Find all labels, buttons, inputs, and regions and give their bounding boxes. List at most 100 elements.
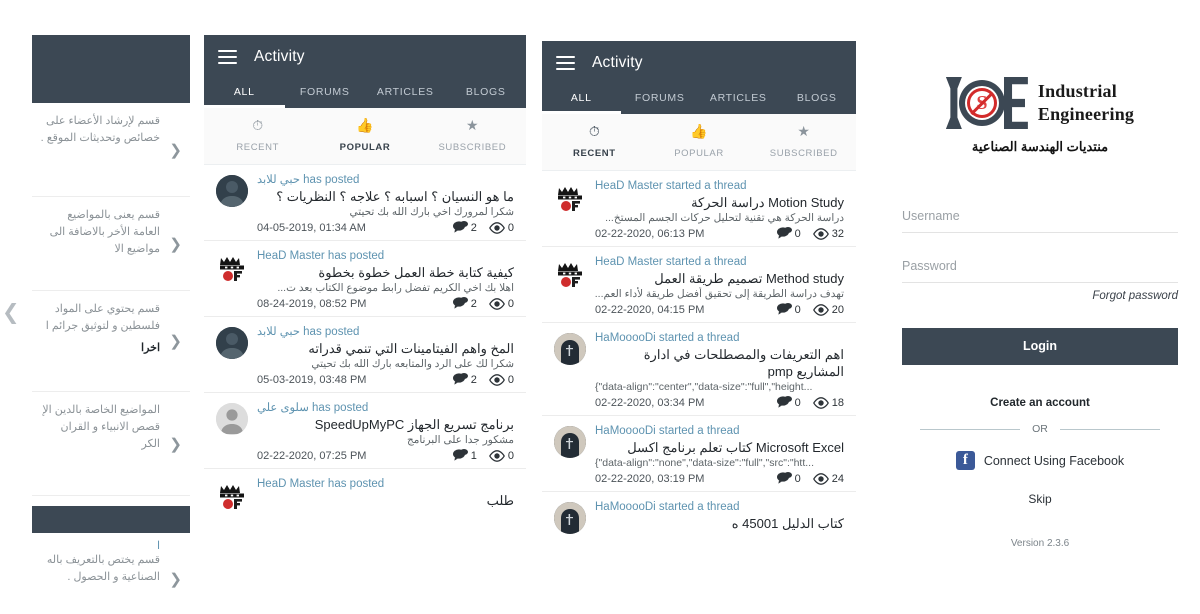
hamburger-icon[interactable] [218,50,237,64]
forgot-password-link[interactable]: Forgot password [902,290,1178,302]
activity-title[interactable]: Method study تصميم طريقة العمل [595,270,844,287]
activity-snippet: {"data-align":"center","data-size":"full… [595,381,813,393]
activity-row-body: HaMooooDi started a thread Microsoft Exc… [595,424,844,485]
activity-author[interactable]: HaMooooDi started a thread [595,331,844,346]
drawer-category-item[interactable]: ا قسم يختص بالتعريف باله الصناعية و الحص… [32,533,190,598]
subtab-bar: ⏱ RECENT 👍 POPULAR ★ SUBSCRIBED [542,114,856,171]
tab-blogs[interactable]: BLOGS [446,79,527,108]
subtab-bar: ⏱ RECENT 👍 POPULAR ★ SUBSCRIBED [204,108,526,165]
activity-date: 02-22-2020, 03:34 PM [595,396,705,409]
drawer-category-extra: ا [156,540,160,552]
view-count-value: 0 [507,449,514,462]
drawer-category-item[interactable]: المواضيع الخاصة بالدين الإ قصص الانبياء … [32,392,190,496]
activity-snippet: شكرا لك على الرد والمتابعه بارك الله بك … [311,358,514,370]
comment-count-value: 2 [470,297,477,310]
comment-count: 0 [776,472,801,485]
view-count-value: 24 [831,472,844,485]
activity-row[interactable]: حبي للابد has posted المخ واهم الفيتامين… [204,317,526,393]
drawer-category-item[interactable]: قسم يعنى بالمواضيع العامة الأخر بالاضافة… [32,197,190,291]
drawer-category-desc: قسم يحتوي على المواد فلسطين و لتوثيق جرا… [45,303,160,332]
activity-row[interactable]: HeaD Master started a thread Method stud… [542,247,856,323]
activity-date: 02-22-2020, 04:15 PM [595,303,705,316]
view-count: 32 [812,228,844,240]
username-input[interactable] [902,209,1178,223]
activity-author[interactable]: HeaD Master started a thread [595,255,844,270]
back-chevron-icon[interactable]: ❮ [2,300,20,325]
drawer-category-extra: اخرا [141,342,160,354]
tab-articles[interactable]: ARTICLES [699,85,778,114]
tab-all[interactable]: ALL [542,85,621,114]
eye-icon [812,303,829,316]
chevron-right-icon: ❯ [169,141,182,159]
activity-row[interactable]: HeaD Master has posted كيفية كتابة خطة ا… [204,241,526,317]
activity-snippet: تهدف دراسة الطريقة إلى تحقيق أفضل طريقة … [595,288,844,300]
activity-title[interactable]: كيفية كتابة خطة العمل خطوة بخطوة [257,264,514,281]
tab-forums[interactable]: FORUMS [285,79,366,108]
activity-row[interactable]: HeaD Master has posted طلب [204,469,526,517]
subtab-popular[interactable]: 👍 POPULAR [311,108,418,164]
login-button[interactable]: Login [902,328,1178,365]
comment-icon [776,396,792,408]
tab-forums[interactable]: FORUMS [621,85,700,114]
drawer-banner [32,506,190,533]
avatar [554,502,586,534]
comment-count: 2 [452,373,477,386]
clock-icon: ⏱ [252,117,264,133]
comment-count-value: 0 [794,303,801,316]
create-account-link[interactable]: Create an account [880,397,1200,409]
activity-author[interactable]: HeaD Master has posted [257,249,514,264]
activity-row[interactable]: HaMooooDi started a thread كتاب الدليل 4… [542,492,856,540]
activity-title[interactable]: Motion Study دراسة الحركة [595,194,844,211]
activity-row[interactable]: حبي للابد has posted ما هو النسيان ؟ اسب… [204,165,526,241]
eye-icon [812,396,829,409]
activity-author[interactable]: سلوى علي has posted [257,401,514,416]
activity-row-body: سلوى علي has posted برنامج تسريع الجهاز … [257,401,514,462]
password-input[interactable] [902,259,1178,273]
activity-feed-popular: حبي للابد has posted ما هو النسيان ؟ اسب… [204,165,526,517]
drawer-category-item[interactable]: قسم يحتوي على المواد فلسطين و لتوثيق جرا… [32,291,190,392]
activity-title[interactable]: Microsoft Excel كتاب تعلم برنامج اكسل [595,439,844,456]
comment-count-value: 2 [470,221,477,234]
activity-row[interactable]: سلوى علي has posted برنامج تسريع الجهاز … [204,393,526,469]
drawer-category-item[interactable]: قسم لإرشاد الأعضاء على خصائص وتحديثات ال… [32,103,190,197]
activity-title[interactable]: اهم التعريفات والمصطلحات في ادارة المشار… [595,346,844,380]
facebook-connect-button[interactable]: f Connect Using Facebook [880,451,1200,470]
activity-title[interactable]: المخ واهم الفيتامينات التي تنمي قدراته [257,340,514,357]
activity-row-body: HaMooooDi started a thread اهم التعريفات… [595,331,844,409]
subtab-recent[interactable]: ⏱ RECENT [204,108,311,164]
or-divider: OR [920,423,1160,435]
activity-author[interactable]: HeaD Master has posted [257,477,514,492]
comment-icon [452,449,468,461]
activity-meta: 05-03-2019, 03:48 PM 2 0 [257,373,514,386]
tab-articles[interactable]: ARTICLES [365,79,446,108]
activity-snippet: اهلا بك اخي الكريم تفضل رابط موضوع الكتا… [277,282,514,294]
activity-author[interactable]: حبي للابد has posted [257,173,514,188]
activity-author[interactable]: HaMooooDi started a thread [595,424,844,439]
avatar [216,403,248,435]
activity-meta: 02-22-2020, 03:19 PM 0 24 [595,472,844,485]
facebook-icon: f [955,451,975,470]
activity-author[interactable]: HeaD Master started a thread [595,179,844,194]
subtab-recent[interactable]: ⏱ RECENT [542,114,647,170]
activity-title[interactable]: كتاب الدليل 45001 ه [595,515,844,532]
subtab-popular-label: POPULAR [674,148,724,159]
activity-row[interactable]: HaMooooDi started a thread Microsoft Exc… [542,416,856,492]
hamburger-icon[interactable] [556,56,575,70]
activity-row[interactable]: HaMooooDi started a thread اهم التعريفات… [542,323,856,416]
activity-title[interactable]: ما هو النسيان ؟ اسبابه ؟ علاجه ؟ النظريا… [257,188,514,205]
activity-date: 02-22-2020, 06:13 PM [595,227,705,240]
skip-link[interactable]: Skip [880,492,1200,506]
activity-row-body: HeaD Master has posted طلب [257,477,514,511]
activity-title[interactable]: طلب [257,492,514,509]
activity-author[interactable]: HaMooooDi started a thread [595,500,844,515]
activity-title[interactable]: برنامج تسريع الجهاز SpeedUpMyPC [257,416,514,433]
comment-icon [776,472,792,484]
activity-row[interactable]: HeaD Master started a thread Motion Stud… [542,171,856,247]
tab-all[interactable]: ALL [204,79,285,108]
activity-meta: 02-22-2020, 03:34 PM 0 18 [595,396,844,409]
subtab-popular[interactable]: 👍 POPULAR [647,114,752,170]
subtab-subscribed[interactable]: ★ SUBSCRIBED [751,114,856,170]
subtab-subscribed[interactable]: ★ SUBSCRIBED [419,108,526,164]
tab-blogs[interactable]: BLOGS [778,85,857,114]
activity-author[interactable]: حبي للابد has posted [257,325,514,340]
